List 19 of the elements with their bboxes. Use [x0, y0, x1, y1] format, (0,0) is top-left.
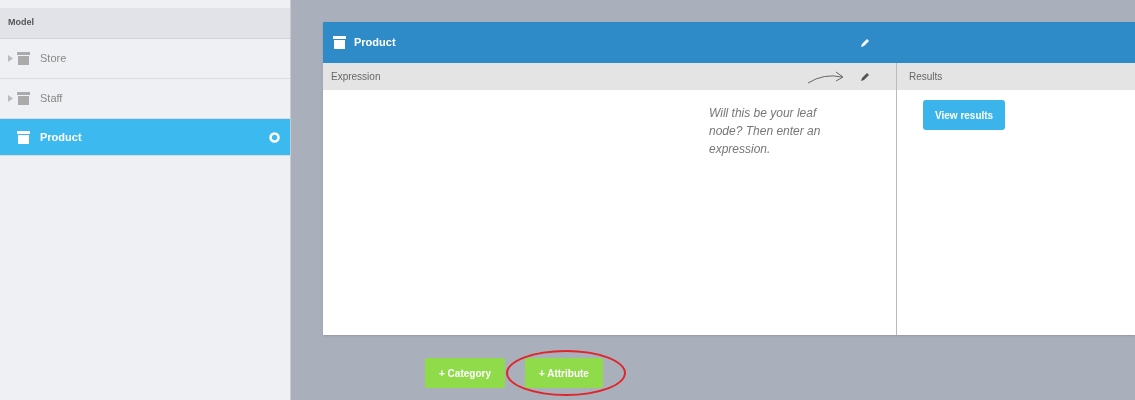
archive-icon: [17, 92, 30, 105]
archive-icon: [17, 52, 30, 65]
sidebar-header: Model: [8, 16, 34, 30]
archive-icon: [333, 36, 346, 49]
column-header: Expression: [331, 70, 381, 84]
settings-icon[interactable]: [269, 131, 280, 143]
tree-item[interactable]: Store: [0, 39, 290, 79]
add-button[interactable]: + Category: [425, 358, 505, 388]
edit-icon[interactable]: [860, 71, 870, 82]
add-button[interactable]: + Attribute: [524, 358, 603, 388]
hint-text: Will this be your leaf node? Then enter an expression.: [709, 105, 822, 158]
expand-icon[interactable]: [8, 55, 13, 62]
card-title: Product: [354, 35, 396, 51]
tree-item[interactable]: Product: [0, 119, 290, 156]
edit-icon[interactable]: [859, 37, 870, 48]
archive-icon: [17, 130, 30, 144]
expand-icon[interactable]: [8, 95, 13, 102]
view-results-button[interactable]: View results: [923, 100, 1006, 130]
column-header: Results: [909, 70, 943, 84]
